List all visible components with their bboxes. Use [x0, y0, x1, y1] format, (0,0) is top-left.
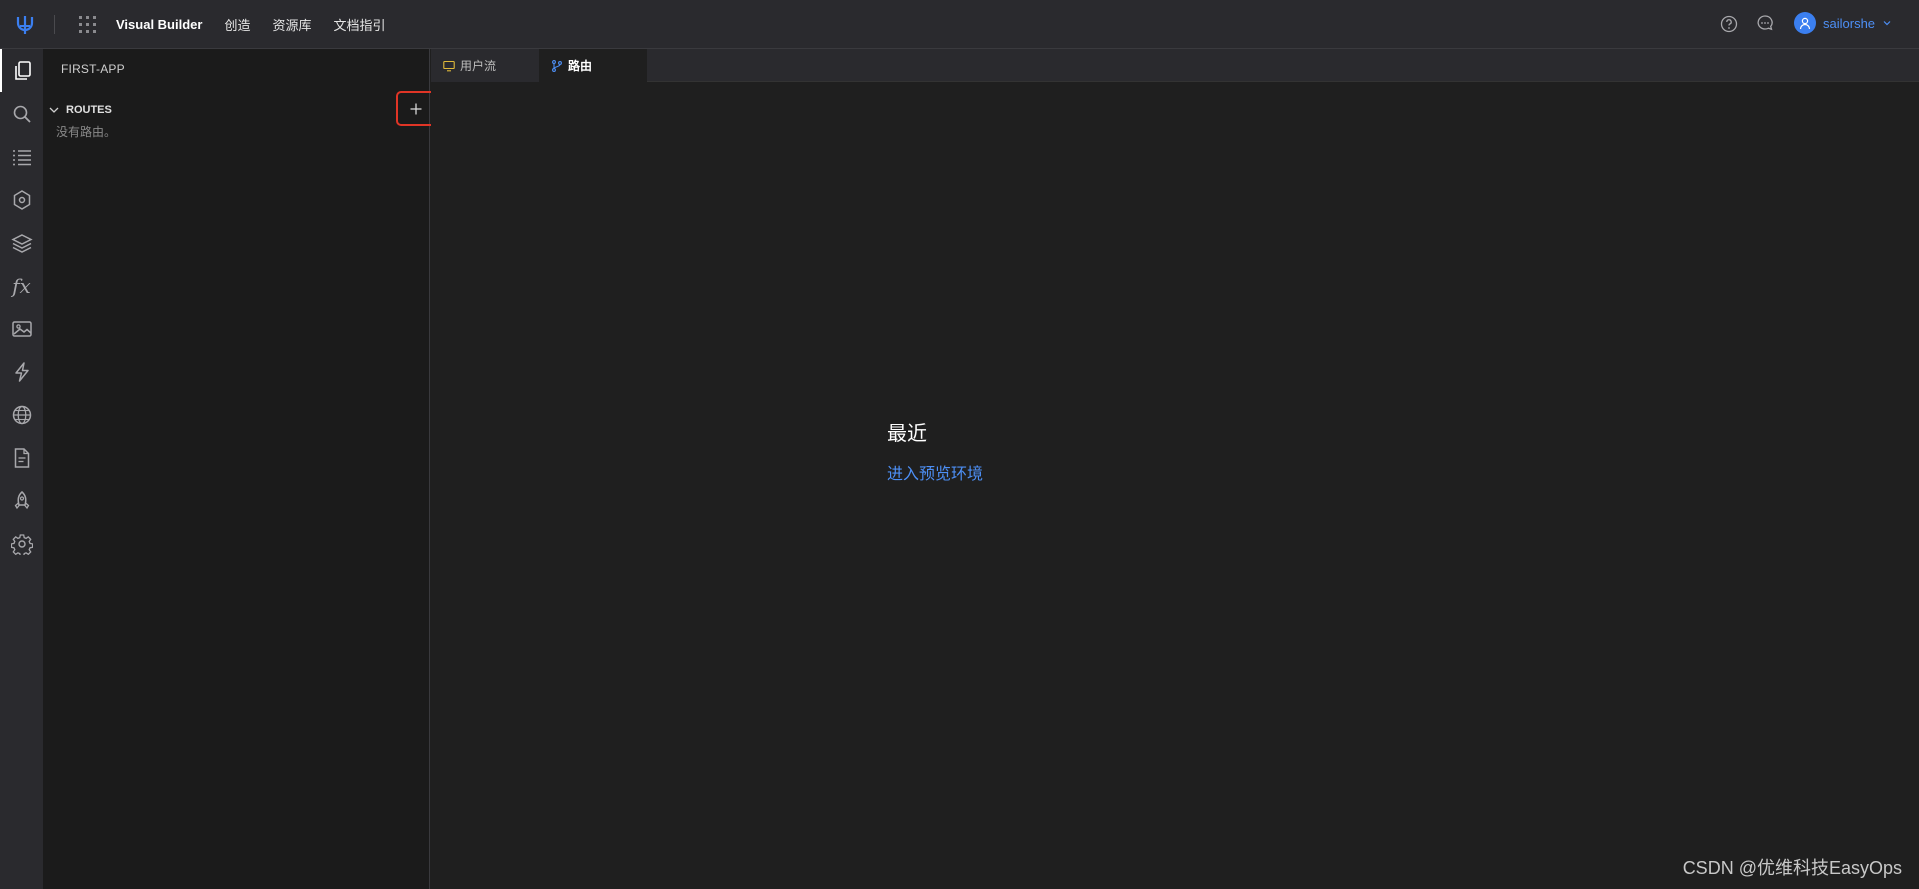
routes-section-header[interactable]: ROUTES: [48, 101, 428, 119]
username: sailorshe: [1823, 15, 1876, 31]
logo-icon[interactable]: [14, 14, 36, 36]
image-icon[interactable]: [0, 307, 43, 350]
tab-label: 路由: [568, 59, 593, 73]
divider: [54, 15, 55, 34]
pages-icon[interactable]: [0, 49, 43, 92]
tab-bar: 用户流 路由: [431, 49, 1919, 82]
fx-icon[interactable]: fx: [0, 264, 43, 307]
nav-create[interactable]: 创造: [224, 15, 250, 34]
user-avatar-icon: [1794, 12, 1816, 34]
document-icon[interactable]: [0, 436, 43, 479]
search-icon[interactable]: [0, 92, 43, 135]
tab-label: 用户流: [460, 59, 497, 73]
activity-bar: fx: [0, 49, 43, 889]
components-icon[interactable]: [0, 178, 43, 221]
lightning-icon[interactable]: [0, 350, 43, 393]
watermark: CSDN @优维科技EasyOps: [1682, 858, 1902, 878]
explorer-sidebar: FIRST-APP ROUTES 没有路由。: [43, 49, 436, 889]
routes-label: ROUTES: [66, 104, 112, 116]
top-nav: Visual Builder 创造 资源库 文档指引: [116, 0, 386, 48]
chevron-down-icon[interactable]: [48, 104, 60, 116]
routes-empty-text: 没有路由。: [56, 125, 117, 139]
help-icon[interactable]: [1720, 15, 1738, 33]
nav-library[interactable]: 资源库: [272, 15, 311, 34]
monitor-icon: [443, 60, 455, 71]
plus-icon: [410, 103, 422, 114]
preview-link[interactable]: 进入预览环境: [887, 460, 983, 484]
user-menu[interactable]: sailorshe: [1794, 12, 1892, 34]
tab-routes[interactable]: 路由: [539, 49, 647, 82]
rocket-icon[interactable]: [0, 479, 43, 522]
chevron-down-icon: [1883, 21, 1891, 26]
globe-icon[interactable]: [0, 393, 43, 436]
brand-link[interactable]: Visual Builder: [116, 17, 202, 32]
layers-icon[interactable]: [0, 221, 43, 264]
apps-grid-icon[interactable]: [79, 16, 96, 33]
settings-icon[interactable]: [0, 522, 43, 565]
chat-icon[interactable]: [1756, 14, 1774, 32]
sidebar-title: FIRST-APP: [61, 62, 125, 76]
list-icon[interactable]: [0, 135, 43, 178]
tab-user-flow[interactable]: 用户流: [431, 49, 539, 82]
top-bar: Visual Builder 创造 资源库 文档指引 sailorshe: [0, 0, 1919, 49]
branch-icon: [552, 59, 562, 72]
nav-docs[interactable]: 文档指引: [334, 15, 386, 34]
add-route-button[interactable]: [396, 91, 436, 126]
editor-area: 最近 进入预览环境: [431, 82, 1919, 889]
recent-heading: 最近: [887, 423, 927, 445]
